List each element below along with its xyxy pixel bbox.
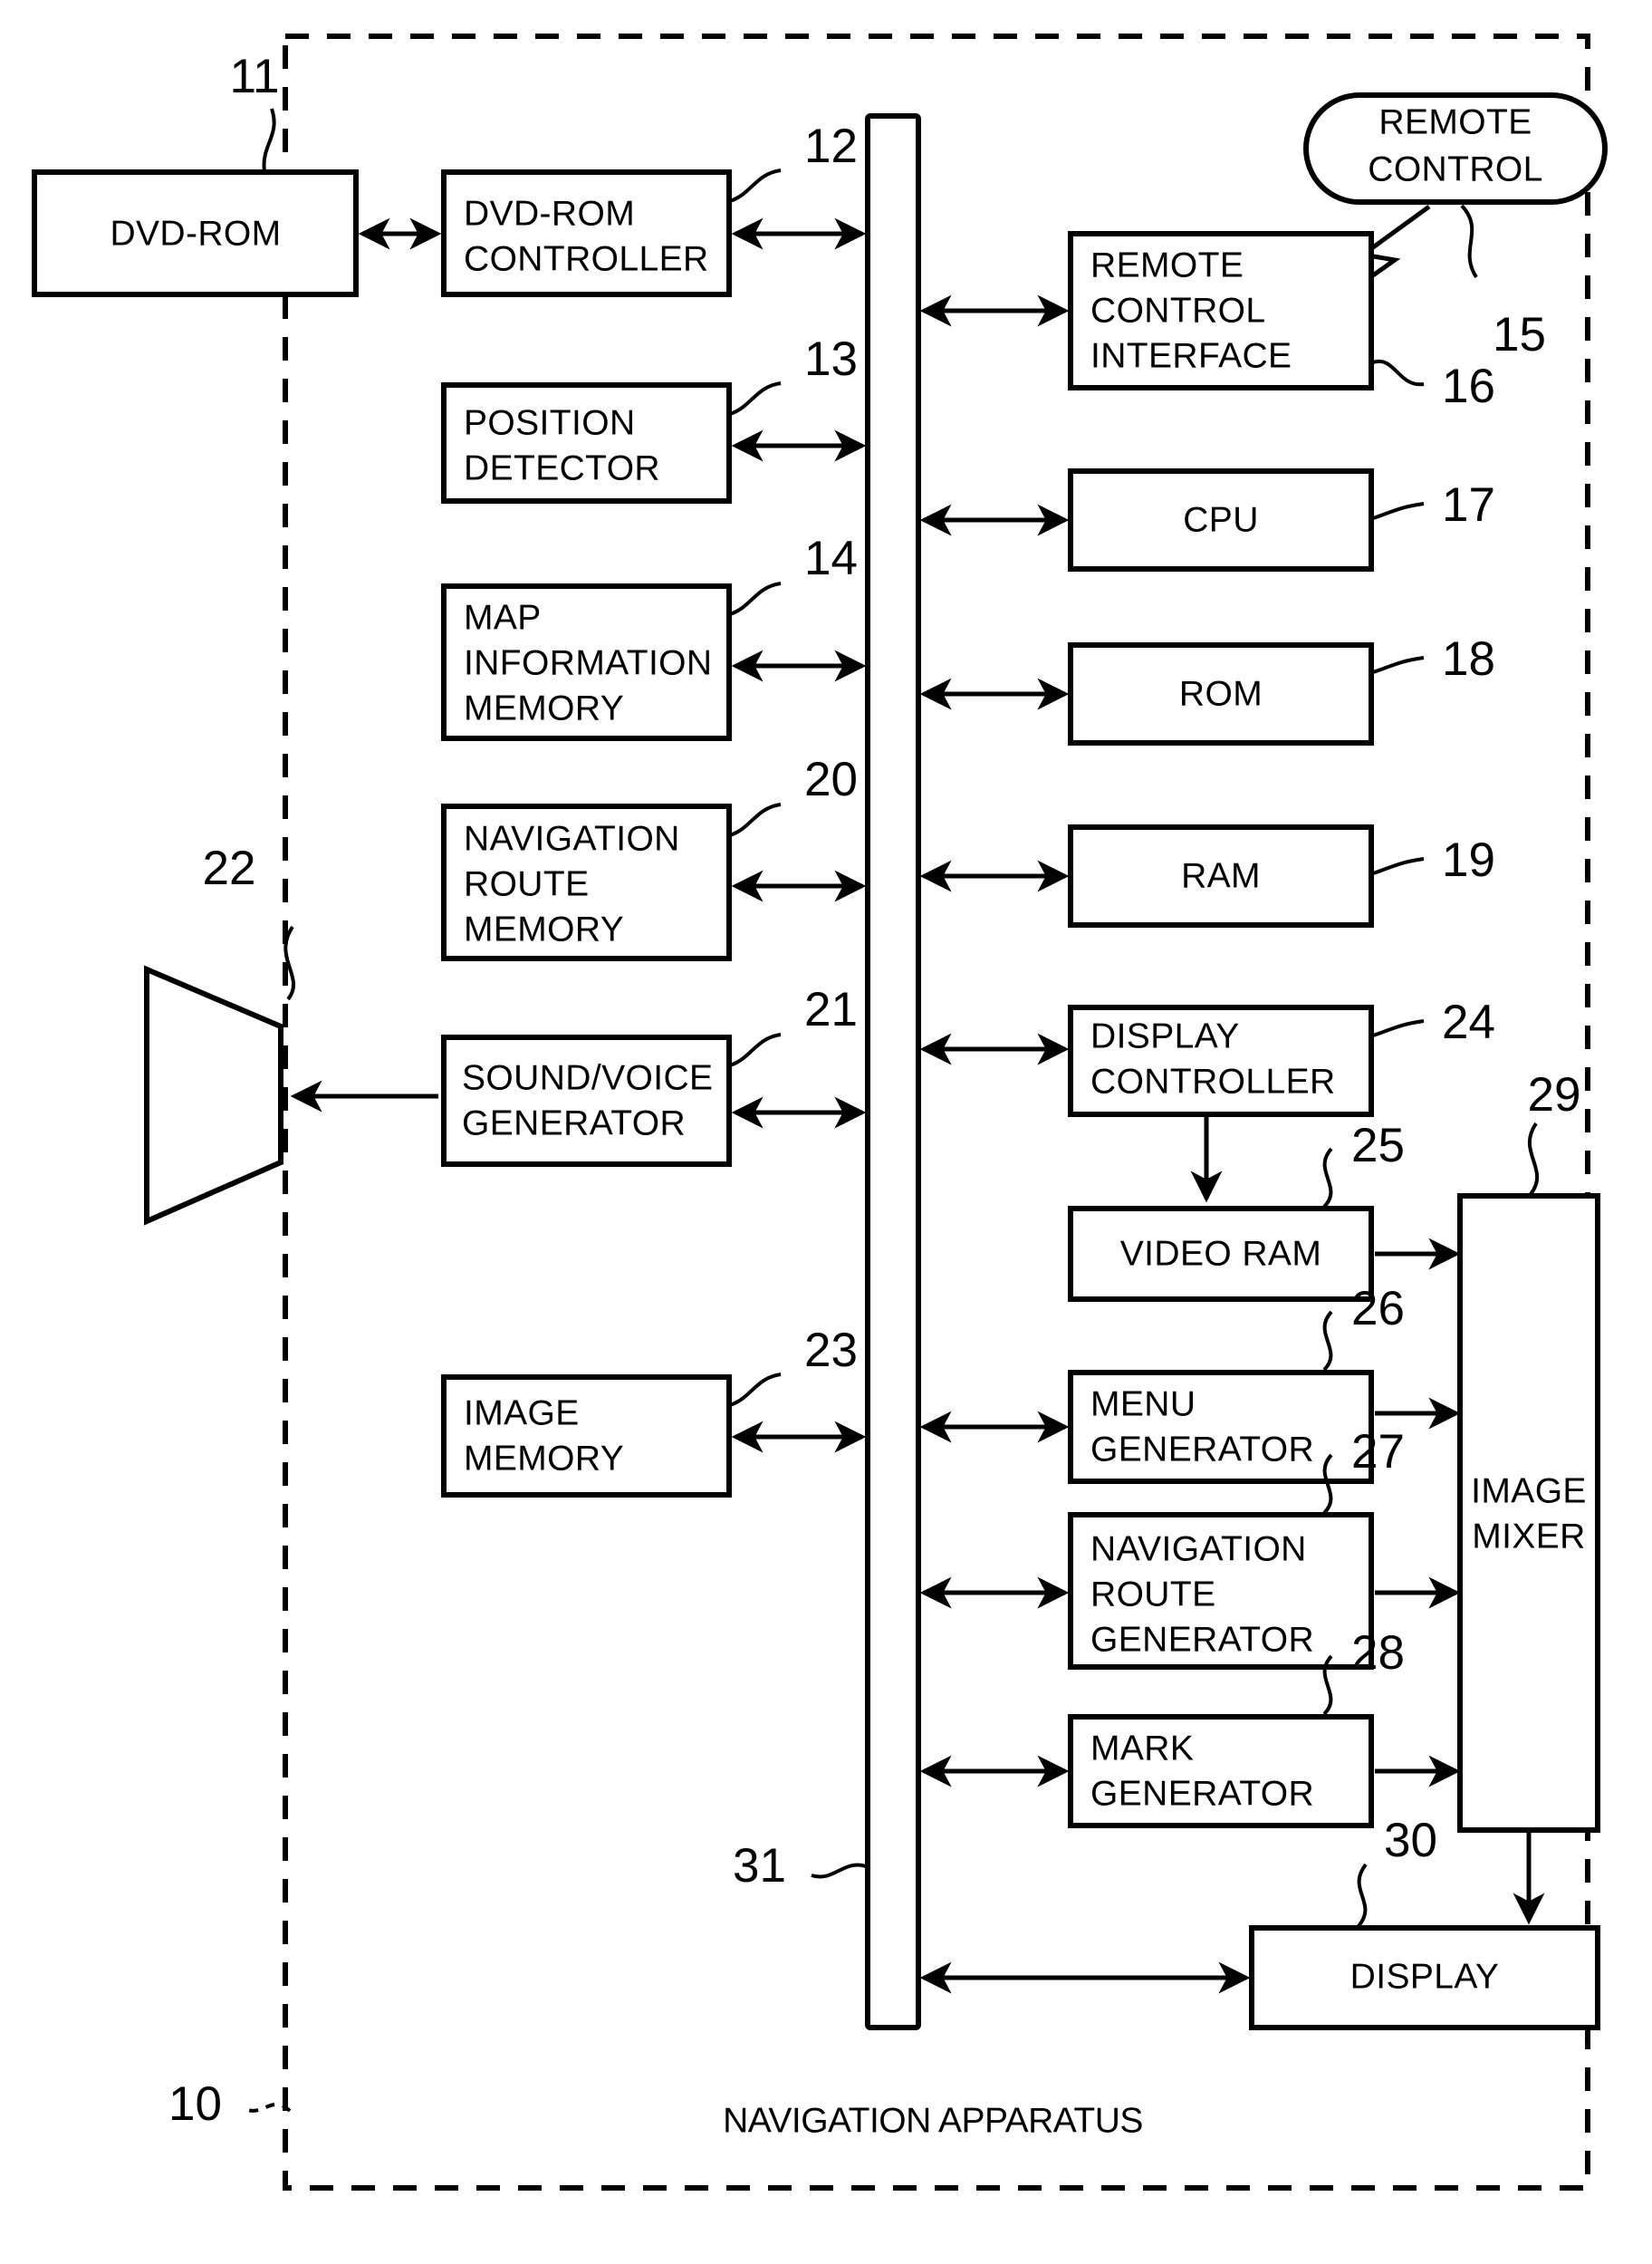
label-video-ram: VIDEO RAM: [1120, 1234, 1321, 1273]
leader-29: [1527, 1122, 1540, 1196]
leader-18: [1372, 656, 1425, 674]
label-route-generator-2: ROUTE: [1090, 1575, 1216, 1614]
label-dvd-rom: DVD-ROM: [110, 214, 281, 253]
ref-17: 17: [1442, 478, 1495, 532]
label-sound-generator-1: SOUND/VOICE: [462, 1058, 713, 1097]
leader-13: [729, 381, 782, 416]
leader-15: [1460, 204, 1478, 279]
leader-14: [729, 582, 782, 616]
label-position-detector-2: DETECTOR: [464, 448, 660, 487]
ref-19: 19: [1442, 833, 1495, 887]
leader-26: [1322, 1310, 1333, 1372]
ref-16: 16: [1442, 360, 1495, 413]
label-rom: ROM: [1179, 674, 1263, 713]
label-dvd-rom-controller-1: DVD-ROM: [464, 194, 635, 233]
ref-21: 21: [804, 983, 858, 1036]
leader-17: [1372, 502, 1425, 520]
label-route-memory-3: MEMORY: [464, 910, 624, 949]
ref-14: 14: [804, 532, 858, 585]
label-remote-control-2: CONTROL: [1368, 149, 1542, 188]
label-map-memory-3: MEMORY: [464, 689, 624, 727]
ref-11: 11: [229, 50, 279, 103]
ref-12: 12: [804, 120, 858, 173]
label-route-memory-1: NAVIGATION: [464, 819, 680, 858]
block-sound-voice-generator: [441, 1035, 732, 1167]
ref-29: 29: [1528, 1068, 1581, 1122]
ref-24: 24: [1442, 996, 1495, 1049]
leader-24: [1372, 1019, 1425, 1037]
block-diagram: DVD-ROM 11 DVD-ROM CONTROLLER 12 POSITIO…: [32, 34, 1608, 2191]
label-remote-interface-3: INTERFACE: [1090, 336, 1292, 375]
ref-22: 22: [203, 842, 256, 895]
ref-20: 20: [804, 753, 858, 806]
leader-30: [1357, 1863, 1368, 1928]
label-mark-generator-2: GENERATOR: [1090, 1774, 1314, 1813]
leader-21: [729, 1033, 782, 1067]
label-display-controller-1: DISPLAY: [1090, 1016, 1240, 1055]
patent-figure-page: DVD-ROM 11 DVD-ROM CONTROLLER 12 POSITIO…: [0, 0, 1652, 2264]
label-route-memory-2: ROUTE: [464, 864, 590, 903]
internal-bus: [865, 113, 921, 2030]
label-display: DISPLAY: [1350, 1957, 1500, 1996]
ref-18: 18: [1442, 632, 1495, 686]
leader-23: [729, 1373, 782, 1407]
leader-22: [283, 925, 295, 1001]
label-route-generator-1: NAVIGATION: [1090, 1529, 1307, 1568]
leader-16: [1372, 359, 1425, 387]
label-display-controller-2: CONTROLLER: [1090, 1062, 1336, 1101]
label-mark-generator-1: MARK: [1090, 1729, 1194, 1768]
ref-31: 31: [733, 1839, 786, 1893]
leader-31: [811, 1863, 867, 1879]
ref-26: 26: [1351, 1282, 1405, 1335]
ref-28: 28: [1351, 1626, 1405, 1680]
label-map-memory-2: INFORMATION: [464, 643, 713, 682]
label-menu-generator-2: GENERATOR: [1090, 1430, 1314, 1469]
label-cpu: CPU: [1183, 500, 1259, 539]
label-remote-control-1: REMOTE: [1378, 102, 1532, 141]
ref-27: 27: [1351, 1425, 1405, 1479]
ref-30: 30: [1384, 1814, 1437, 1867]
leader-11: [262, 108, 276, 172]
label-image-memory-1: IMAGE: [464, 1393, 580, 1432]
label-remote-interface-2: CONTROL: [1090, 291, 1265, 330]
label-ram: RAM: [1181, 856, 1261, 895]
ref-13: 13: [804, 332, 858, 386]
figure-caption: NAVIGATION APPARATUS: [723, 2101, 1143, 2140]
label-position-detector-1: POSITION: [464, 403, 636, 442]
label-image-mixer-1: IMAGE: [1471, 1471, 1587, 1510]
speaker: [144, 965, 283, 1226]
label-map-memory-1: MAP: [464, 598, 542, 637]
leader-25: [1322, 1147, 1333, 1209]
label-image-memory-2: MEMORY: [464, 1439, 624, 1478]
leader-19: [1372, 857, 1425, 875]
ref-10: 10: [168, 2077, 222, 2131]
leader-20: [729, 803, 782, 837]
block-image-mixer: [1457, 1193, 1600, 1833]
leader-12: [729, 169, 782, 203]
ref-23: 23: [804, 1324, 858, 1377]
ref-15: 15: [1493, 308, 1546, 361]
label-route-generator-3: GENERATOR: [1090, 1620, 1314, 1659]
label-image-mixer-2: MIXER: [1472, 1517, 1586, 1556]
label-dvd-rom-controller-2: CONTROLLER: [464, 239, 709, 278]
label-remote-interface-1: REMOTE: [1090, 246, 1244, 284]
label-menu-generator-1: MENU: [1090, 1384, 1196, 1423]
ref-25: 25: [1351, 1119, 1405, 1172]
label-sound-generator-2: GENERATOR: [462, 1103, 686, 1142]
